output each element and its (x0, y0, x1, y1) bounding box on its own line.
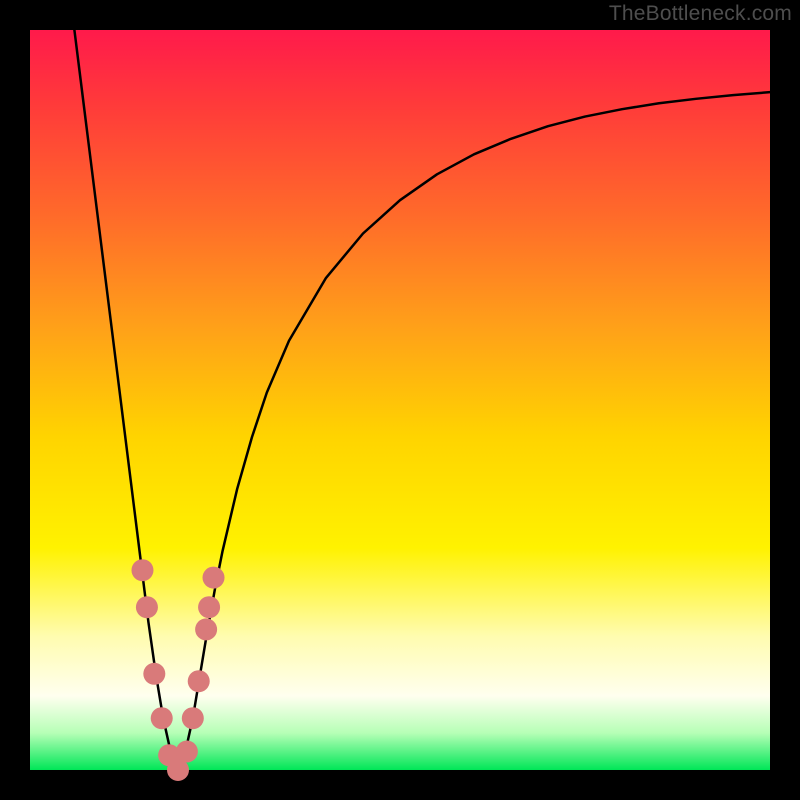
highlight-marker (182, 707, 204, 729)
highlight-marker (136, 596, 158, 618)
chart-frame: TheBottleneck.com (0, 0, 800, 800)
highlight-marker (195, 618, 217, 640)
highlight-marker (143, 663, 165, 685)
highlight-marker (176, 741, 198, 763)
highlight-marker (151, 707, 173, 729)
highlight-marker (203, 567, 225, 589)
highlight-marker (198, 596, 220, 618)
highlight-marker (131, 559, 153, 581)
chart-svg (0, 0, 800, 800)
bottleneck-curve (74, 30, 770, 770)
highlight-marker (188, 670, 210, 692)
